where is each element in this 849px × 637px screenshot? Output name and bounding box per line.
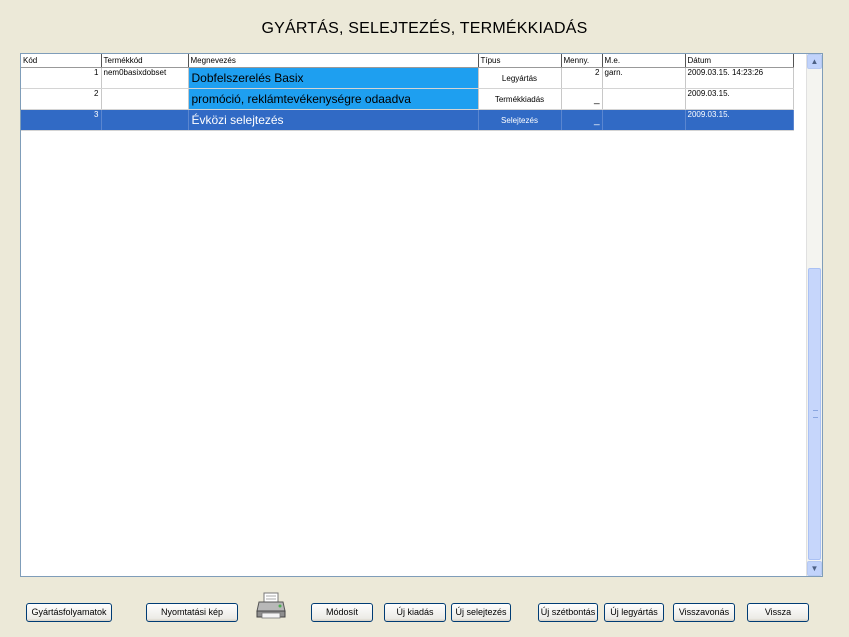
grid-table: Kód Termékkód Megnevezés Típus Menny. M.… [21,54,794,131]
cell-me: garn. [602,67,686,89]
scrollbar-grip-icon [813,410,818,418]
uj-kiadas-button[interactable]: Új kiadás [384,603,446,622]
cell-tipus: Selejtezés [478,109,562,131]
column-header-megnevezes[interactable]: Megnevezés [188,54,479,68]
gyartasfolyamatok-button[interactable]: Gyártásfolyamatok [26,603,112,622]
page-title: GYÁRTÁS, SELEJTEZÉS, TERMÉKKIADÁS [261,20,588,37]
cell-termekkod: nem0basixdobset [101,67,189,89]
cell-menny: _ [561,109,603,131]
cell-kod: 1 [21,67,102,89]
scroll-up-arrow-icon[interactable]: ▲ [807,54,822,69]
cell-megnevezes: promóció, reklámtevékenységre odaadva [188,88,479,110]
vertical-scrollbar[interactable]: ▲ ▼ [806,54,822,576]
column-header-datum[interactable]: Dátum [685,54,794,68]
uj-selejtezes-button[interactable]: Új selejtezés [451,603,511,622]
vissza-button[interactable]: Vissza [747,603,809,622]
cell-tipus: Legyártás [478,67,562,89]
cell-datum: 2009.03.15. [685,88,794,110]
cell-kod: 3 [21,109,102,131]
grid-header-row: Kód Termékkód Megnevezés Típus Menny. M.… [21,54,794,68]
column-header-tipus[interactable]: Típus [478,54,562,68]
scroll-down-arrow-icon[interactable]: ▼ [807,561,822,576]
table-row[interactable]: 1 nem0basixdobset Dobfelszerelés Basix L… [21,67,794,89]
cell-termekkod [101,88,189,110]
visszavonas-button[interactable]: Visszavonás [673,603,735,622]
column-header-menny[interactable]: Menny. [561,54,603,68]
uj-legyartas-button[interactable]: Új legyártás [604,603,664,622]
modosit-button[interactable]: Módosít [311,603,373,622]
uj-szetbontas-button[interactable]: Új szétbontás [538,603,598,622]
cell-megnevezes: Évközi selejtezés [188,109,479,131]
cell-me [602,88,686,110]
table-row[interactable]: 2 promóció, reklámtevékenységre odaadva … [21,88,794,110]
production-grid[interactable]: Kód Termékkód Megnevezés Típus Menny. M.… [20,53,823,577]
cell-menny: _ [561,88,603,110]
cell-tipus: Termékkiadás [478,88,562,110]
cell-menny: 2 [561,67,603,89]
table-row-selected[interactable]: 3 Évközi selejtezés Selejtezés _ 2009.03… [21,109,794,131]
printer-icon[interactable] [256,592,286,620]
column-header-kod[interactable]: Kód [21,54,102,68]
cell-datum: 2009.03.15. [685,109,794,131]
nyomtatasi-kep-button[interactable]: Nyomtatási kép [146,603,238,622]
column-header-termekkod[interactable]: Termékkód [101,54,189,68]
cell-datum: 2009.03.15. 14:23:26 [685,67,794,89]
cell-kod: 2 [21,88,102,110]
scrollbar-thumb[interactable] [808,268,821,560]
column-header-me[interactable]: M.e. [602,54,686,68]
cell-me [602,109,686,131]
cell-megnevezes: Dobfelszerelés Basix [188,67,479,89]
cell-termekkod [101,109,189,131]
